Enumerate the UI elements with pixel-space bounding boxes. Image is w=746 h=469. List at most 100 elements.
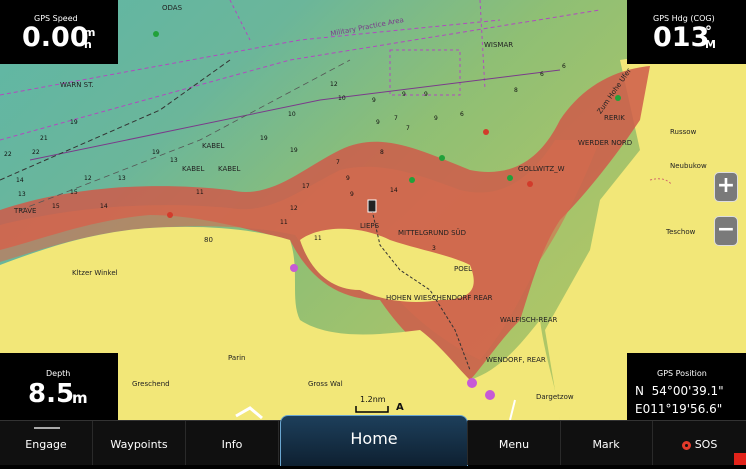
depth-sounding: 15 — [70, 189, 78, 196]
map-label-werder-nord: WERDER NORD — [578, 139, 633, 147]
waypoints-button[interactable]: Waypoints — [93, 421, 186, 465]
depth-sounding: 14 — [390, 187, 398, 194]
depth-sounding: 9 — [424, 91, 428, 98]
map-label-kabel-1: KABEL — [202, 142, 225, 150]
depth-sounding: 9 — [402, 91, 406, 98]
depth-sounding: 6 — [562, 63, 566, 70]
depth-sounding: 19 — [70, 119, 78, 126]
depth-sounding: 13 — [170, 157, 178, 164]
map-label-trave: TRAVE — [14, 207, 37, 215]
map-label-warn-st: WARN ST. — [60, 81, 94, 89]
map-label-odas: ODAS — [162, 4, 183, 12]
home-button[interactable]: Home — [280, 415, 468, 466]
gps-longitude: E011°19'56.6" — [635, 402, 723, 416]
zoom-out-button[interactable]: − — [714, 216, 738, 246]
map-label-kabel-3: KABEL — [218, 165, 241, 173]
gps-heading-box[interactable]: GPS Hdg (COG) 013 ° M — [627, 0, 746, 64]
depth-sounding: 17 — [302, 183, 310, 190]
info-button[interactable]: Info — [186, 421, 279, 465]
map-label-80: 80 — [204, 236, 213, 244]
engage-button[interactable]: Engage — [0, 421, 93, 465]
depth-sounding: 9 — [350, 191, 354, 198]
gps-position-label: GPS Position — [657, 369, 707, 378]
depth-sounding: 21 — [40, 135, 48, 142]
gps-heading-unit-bottom: M — [705, 38, 716, 51]
depth-sounding: 6 — [540, 71, 544, 78]
depth-sounding: 15 — [52, 203, 60, 210]
bottom-toolbar: Engage Waypoints Info Home Menu Mark SOS — [0, 415, 746, 466]
north-arrow-icon: A — [396, 402, 404, 413]
depth-sounding: 22 — [32, 149, 40, 156]
depth-sounding: 13 — [18, 191, 26, 198]
depth-sounding: 9 — [434, 115, 438, 122]
depth-sounding: 10 — [338, 95, 346, 102]
map-label-wismar: WISMAR — [484, 41, 514, 49]
sos-label: SOS — [694, 438, 718, 451]
map-label-kitzer-winkel: Kltzer Winkel — [72, 269, 118, 277]
map-label-lieps: LIEPS — [360, 222, 380, 230]
depth-sounding: 9 — [376, 119, 380, 126]
depth-sounding: 6 — [460, 111, 464, 118]
gps-latitude: N 54°00'39.1" — [635, 384, 724, 398]
gps-speed-box[interactable]: GPS Speed 0.00 m h — [0, 0, 118, 64]
depth-sounding: 10 — [288, 111, 296, 118]
engage-indicator — [34, 427, 60, 429]
map-label-walfisch: WALFISCH-REAR — [500, 316, 558, 324]
scale-label: 1.2nm — [360, 395, 386, 404]
map-label-russow: Russow — [670, 128, 697, 136]
depth-sounding: 13 — [118, 175, 126, 182]
sos-button[interactable]: SOS — [653, 421, 746, 465]
gps-speed-value: 0.00 — [22, 22, 89, 53]
waypoints-label: Waypoints — [110, 438, 168, 451]
zoom-out-label: − — [716, 217, 736, 242]
depth-sounding: 12 — [290, 205, 298, 212]
map-label-dargetzow: Dargetzow — [536, 393, 574, 401]
depth-sounding: 7 — [336, 159, 340, 166]
engage-label: Engage — [25, 438, 67, 451]
depth-sounding: 8 — [514, 87, 518, 94]
depth-sounding: 7 — [406, 125, 410, 132]
map-label-mittelgrund: MITTELGRUND SÜD — [398, 229, 467, 237]
map-label-gross-wal: Gross Wal — [308, 380, 343, 388]
menu-button[interactable]: Menu — [467, 421, 561, 465]
depth-sounding: 11 — [196, 189, 204, 196]
depth-sounding: 8 — [380, 149, 384, 156]
depth-unit: m — [72, 389, 88, 407]
map-label-rerik: RERIK — [604, 114, 625, 122]
depth-value: 8.5 — [28, 379, 75, 409]
map-label-parin: Parin — [228, 354, 246, 362]
lifebuoy-icon — [681, 440, 691, 450]
info-label: Info — [221, 438, 243, 451]
map-label-kabel-2: KABEL — [182, 165, 205, 173]
mark-button[interactable]: Mark — [560, 421, 653, 465]
depth-label: Depth — [46, 369, 71, 378]
depth-sounding: 14 — [100, 203, 108, 210]
sos-indicator — [734, 453, 746, 465]
depth-sounding: 7 — [394, 115, 398, 122]
gps-position-box[interactable]: GPS Position N 54°00'39.1" E011°19'56.6" — [627, 353, 746, 420]
depth-sounding: 9 — [346, 175, 350, 182]
depth-sounding: 19 — [290, 147, 298, 154]
gps-speed-unit-bottom: h — [84, 38, 92, 51]
depth-sounding: 12 — [84, 175, 92, 182]
depth-sounding: 22 — [4, 151, 12, 158]
map-label-gollwitz: GOLLWITZ_W — [518, 165, 565, 173]
mark-label: Mark — [592, 438, 620, 451]
depth-sounding: 14 — [16, 177, 24, 184]
menu-label: Menu — [498, 438, 530, 451]
map-label-teschow: Teschow — [666, 228, 696, 236]
depth-sounding: 9 — [372, 97, 376, 104]
map-label-hohen-wieschendorf: HOHEN WIESCHENDORF REAR — [386, 294, 493, 302]
depth-sounding: 19 — [152, 149, 160, 156]
map-label-poel: POEL — [454, 265, 473, 273]
depth-box[interactable]: Depth 8.5 m — [0, 353, 118, 420]
depth-sounding: 12 — [330, 81, 338, 88]
zoom-in-button[interactable]: + — [714, 172, 738, 202]
map-label-neubukow: Neubukow — [670, 162, 707, 170]
gps-heading-value: 013 — [653, 22, 710, 53]
home-label: Home — [350, 429, 398, 448]
map-label-wendorf: WENDORF, REAR — [486, 356, 546, 364]
zoom-in-label: + — [716, 173, 736, 198]
depth-sounding: 19 — [260, 135, 268, 142]
depth-sounding: 3 — [432, 245, 436, 252]
